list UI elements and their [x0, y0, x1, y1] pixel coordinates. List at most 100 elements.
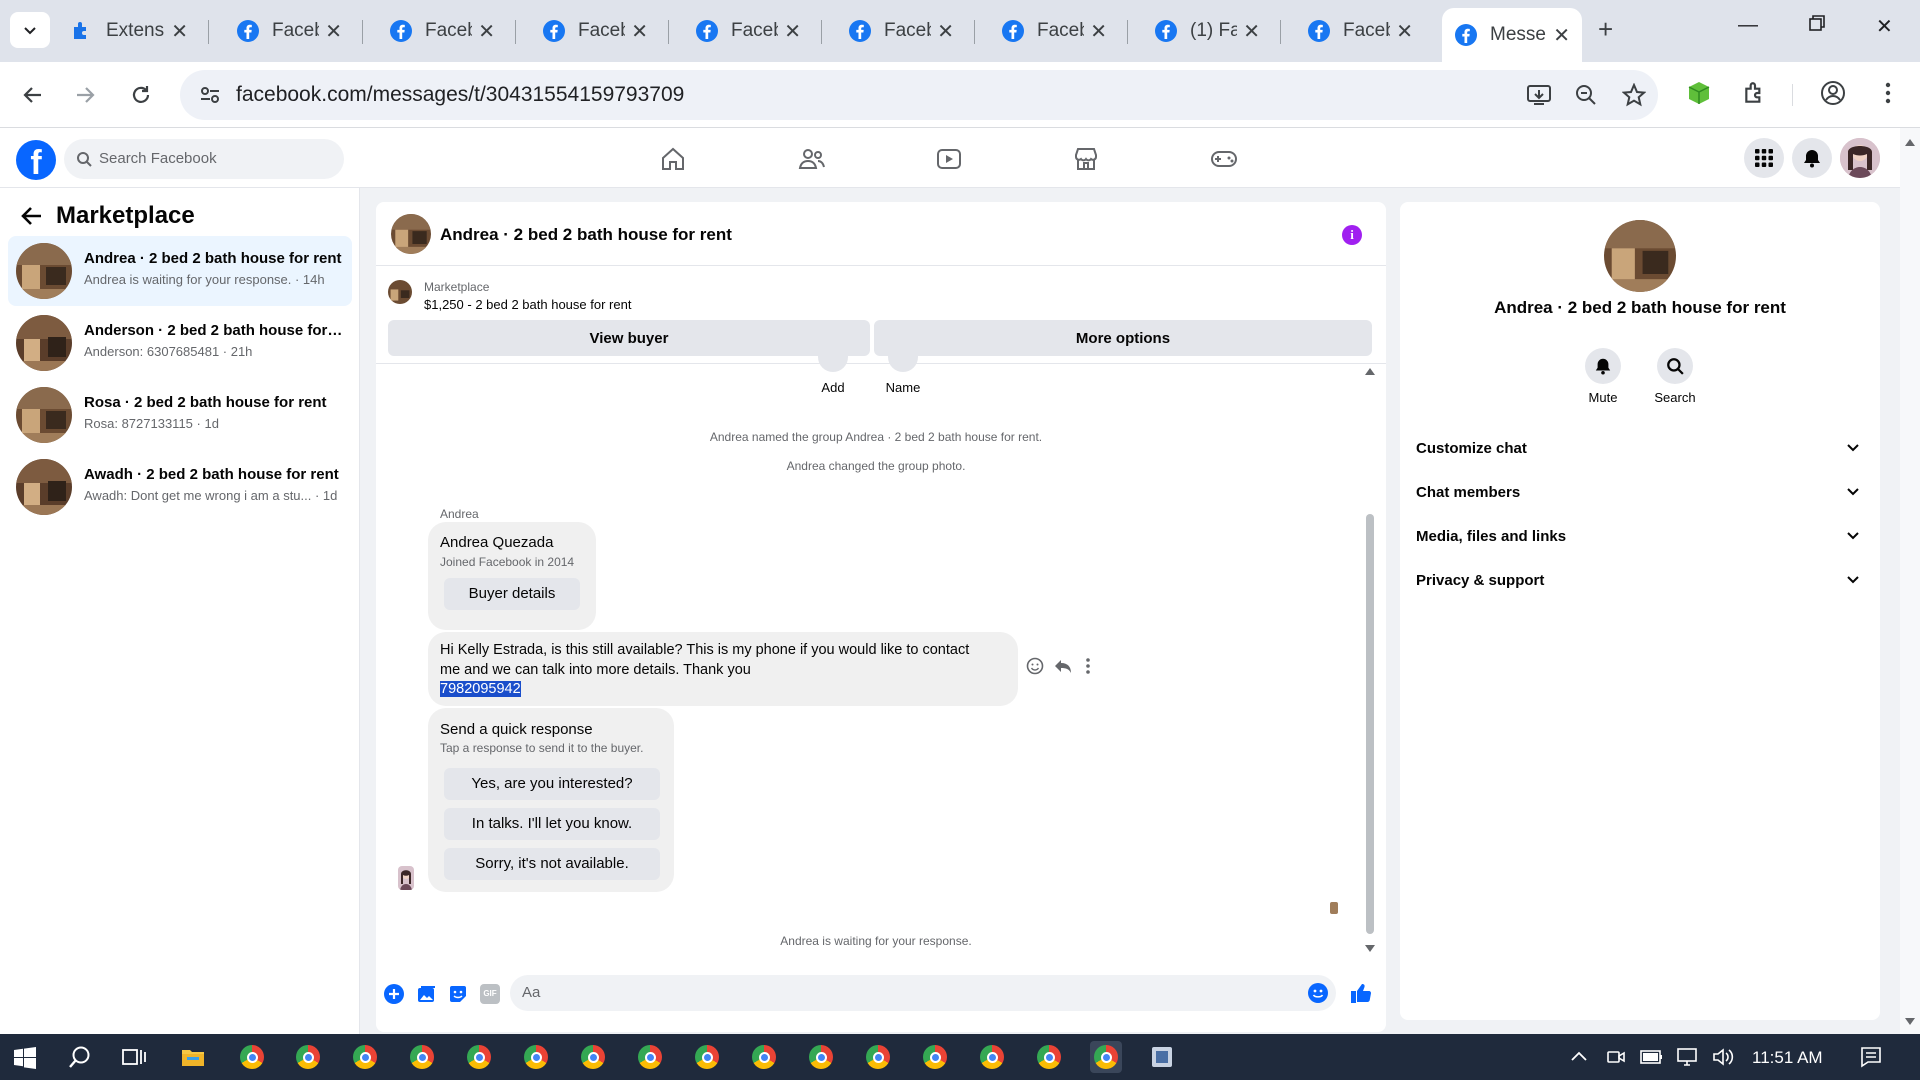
network-icon[interactable] [1676, 1047, 1698, 1067]
back-button[interactable] [18, 80, 48, 110]
camera-icon[interactable] [1606, 1047, 1626, 1067]
gaming-icon[interactable] [1210, 146, 1238, 172]
mute-button[interactable] [1585, 348, 1621, 384]
close-tab-icon[interactable]: ✕ [631, 19, 648, 44]
phone-number-selected[interactable]: 7982095942 [440, 681, 521, 697]
more-actions-icon[interactable] [1082, 657, 1094, 675]
install-app-icon[interactable] [1526, 83, 1552, 107]
close-tab-icon[interactable]: ✕ [171, 19, 188, 44]
browser-tab[interactable]: Facebook ✕ [224, 8, 354, 54]
marketplace-icon[interactable] [1073, 146, 1099, 172]
close-tab-icon[interactable]: ✕ [1396, 19, 1413, 44]
emoji-icon[interactable] [1308, 983, 1328, 1003]
chat-title[interactable]: Andrea · 2 bed 2 bath house for rent [440, 225, 732, 245]
extension-cube-icon[interactable] [1686, 80, 1712, 106]
chrome-taskbar-icon[interactable] [1033, 1041, 1065, 1073]
scroll-down-icon[interactable] [1364, 944, 1376, 954]
close-tab-icon[interactable]: ✕ [1090, 19, 1107, 44]
conversation-item[interactable]: Anderson · 2 bed 2 bath house for rent A… [8, 308, 352, 378]
close-tab-icon[interactable]: ✕ [325, 19, 342, 44]
scroll-up-icon[interactable] [1905, 138, 1915, 146]
chrome-taskbar-icon[interactable] [292, 1041, 324, 1073]
scroll-up-icon[interactable] [1364, 366, 1376, 376]
notifications-button[interactable] [1792, 138, 1832, 178]
close-tab-icon[interactable]: ✕ [1243, 19, 1260, 44]
browser-tab[interactable]: Facebook ✕ [530, 8, 660, 54]
chrome-taskbar-icon[interactable] [520, 1041, 552, 1073]
scroll-down-icon[interactable] [1905, 1018, 1915, 1026]
conversation-item[interactable]: Awadh · 2 bed 2 bath house for rent Awad… [8, 452, 352, 522]
chrome-taskbar-icon[interactable] [919, 1041, 951, 1073]
search-icon[interactable] [68, 1045, 92, 1069]
sticker-icon[interactable] [448, 984, 468, 1004]
windows-start-icon[interactable] [14, 1047, 36, 1069]
profile-icon[interactable] [1820, 80, 1846, 106]
browser-tab[interactable]: Facebook ✕ [683, 8, 813, 54]
info-icon[interactable]: i [1342, 225, 1362, 245]
chrome-taskbar-icon[interactable] [976, 1041, 1008, 1073]
close-tab-icon[interactable]: ✕ [478, 19, 495, 44]
tab-search-button[interactable] [10, 12, 50, 48]
account-avatar[interactable] [1840, 138, 1880, 178]
message-input[interactable]: Aa [510, 975, 1336, 1011]
facebook-logo-icon[interactable]: f [16, 140, 56, 180]
photo-icon[interactable] [416, 984, 436, 1004]
plus-circle-icon[interactable] [384, 984, 404, 1004]
listing-thumbnail[interactable] [388, 280, 412, 304]
task-view-icon[interactable] [122, 1046, 146, 1068]
volume-icon[interactable] [1712, 1047, 1734, 1067]
site-settings-icon[interactable] [198, 83, 222, 107]
taskbar-clock[interactable]: 11:51 AM [1752, 1048, 1823, 1068]
conversation-item[interactable]: Rosa · 2 bed 2 bath house for rent Rosa:… [8, 380, 352, 450]
bookmark-star-icon[interactable] [1622, 83, 1646, 107]
browser-tab[interactable]: Extensions ✕ [58, 8, 200, 54]
quick-response-button[interactable]: Yes, are you interested? [444, 768, 660, 800]
chrome-taskbar-icon[interactable] [805, 1041, 837, 1073]
search-action[interactable]: Search [1635, 348, 1715, 405]
browser-tab[interactable]: Facebook ✕ [989, 8, 1119, 54]
close-tab-icon[interactable]: ✕ [937, 19, 954, 44]
thread-scrollbar-thumb[interactable] [1366, 514, 1374, 934]
privacy-support-section[interactable]: Privacy & support [1416, 558, 1864, 602]
close-tab-icon[interactable]: ✕ [784, 19, 801, 44]
edit-name-circle[interactable] [888, 352, 918, 372]
listing-title[interactable]: $1,250 - 2 bed 2 bath house for rent [424, 297, 631, 312]
react-emoji-icon[interactable] [1026, 657, 1044, 675]
back-arrow-icon[interactable] [20, 206, 42, 226]
add-label[interactable]: Add [803, 380, 863, 395]
new-tab-button[interactable]: + [1598, 14, 1613, 45]
search-in-chat-button[interactable] [1657, 348, 1693, 384]
add-people-circle[interactable] [818, 352, 848, 372]
chat-header-avatar[interactable] [391, 214, 431, 254]
buyer-details-button[interactable]: Buyer details [444, 578, 580, 610]
address-bar[interactable]: facebook.com/messages/t/3043155415979370… [180, 70, 1658, 120]
page-scrollbar[interactable] [1900, 128, 1920, 1034]
chrome-taskbar-icon[interactable] [862, 1041, 894, 1073]
chrome-taskbar-icon[interactable] [748, 1041, 780, 1073]
kebab-menu-icon[interactable] [1876, 80, 1900, 106]
chrome-taskbar-icon[interactable] [349, 1041, 381, 1073]
minimize-window-button[interactable]: — [1738, 14, 1758, 37]
browser-tab-active[interactable]: Messenger ✕ [1442, 8, 1582, 62]
thumbs-up-icon[interactable] [1350, 982, 1372, 1004]
customize-chat-section[interactable]: Customize chat [1416, 426, 1864, 470]
notifications-center-icon[interactable] [1860, 1046, 1882, 1068]
browser-tab[interactable]: Facebook ✕ [836, 8, 966, 54]
gif-icon[interactable]: GIF [480, 984, 500, 1004]
battery-icon[interactable] [1640, 1048, 1664, 1066]
facebook-search-input[interactable]: Search Facebook [64, 139, 344, 179]
chrome-taskbar-icon[interactable] [577, 1041, 609, 1073]
zoom-icon[interactable] [1574, 83, 1598, 107]
browser-tab[interactable]: Facebook ✕ [1295, 8, 1425, 54]
thread-scrollbar[interactable] [1364, 364, 1376, 964]
file-explorer-icon[interactable] [181, 1046, 205, 1068]
close-tab-icon[interactable]: ✕ [1553, 23, 1570, 48]
details-avatar[interactable] [1604, 220, 1676, 292]
chrome-taskbar-icon[interactable] [236, 1041, 268, 1073]
quick-response-button[interactable]: In talks. I'll let you know. [444, 808, 660, 840]
browser-tab[interactable]: (1) Facebook ✕ [1142, 8, 1272, 54]
forward-button[interactable] [70, 80, 100, 110]
chrome-taskbar-icon-active[interactable] [1090, 1041, 1122, 1073]
url-text[interactable]: facebook.com/messages/t/3043155415979370… [236, 83, 684, 107]
restore-window-button[interactable] [1808, 14, 1826, 38]
